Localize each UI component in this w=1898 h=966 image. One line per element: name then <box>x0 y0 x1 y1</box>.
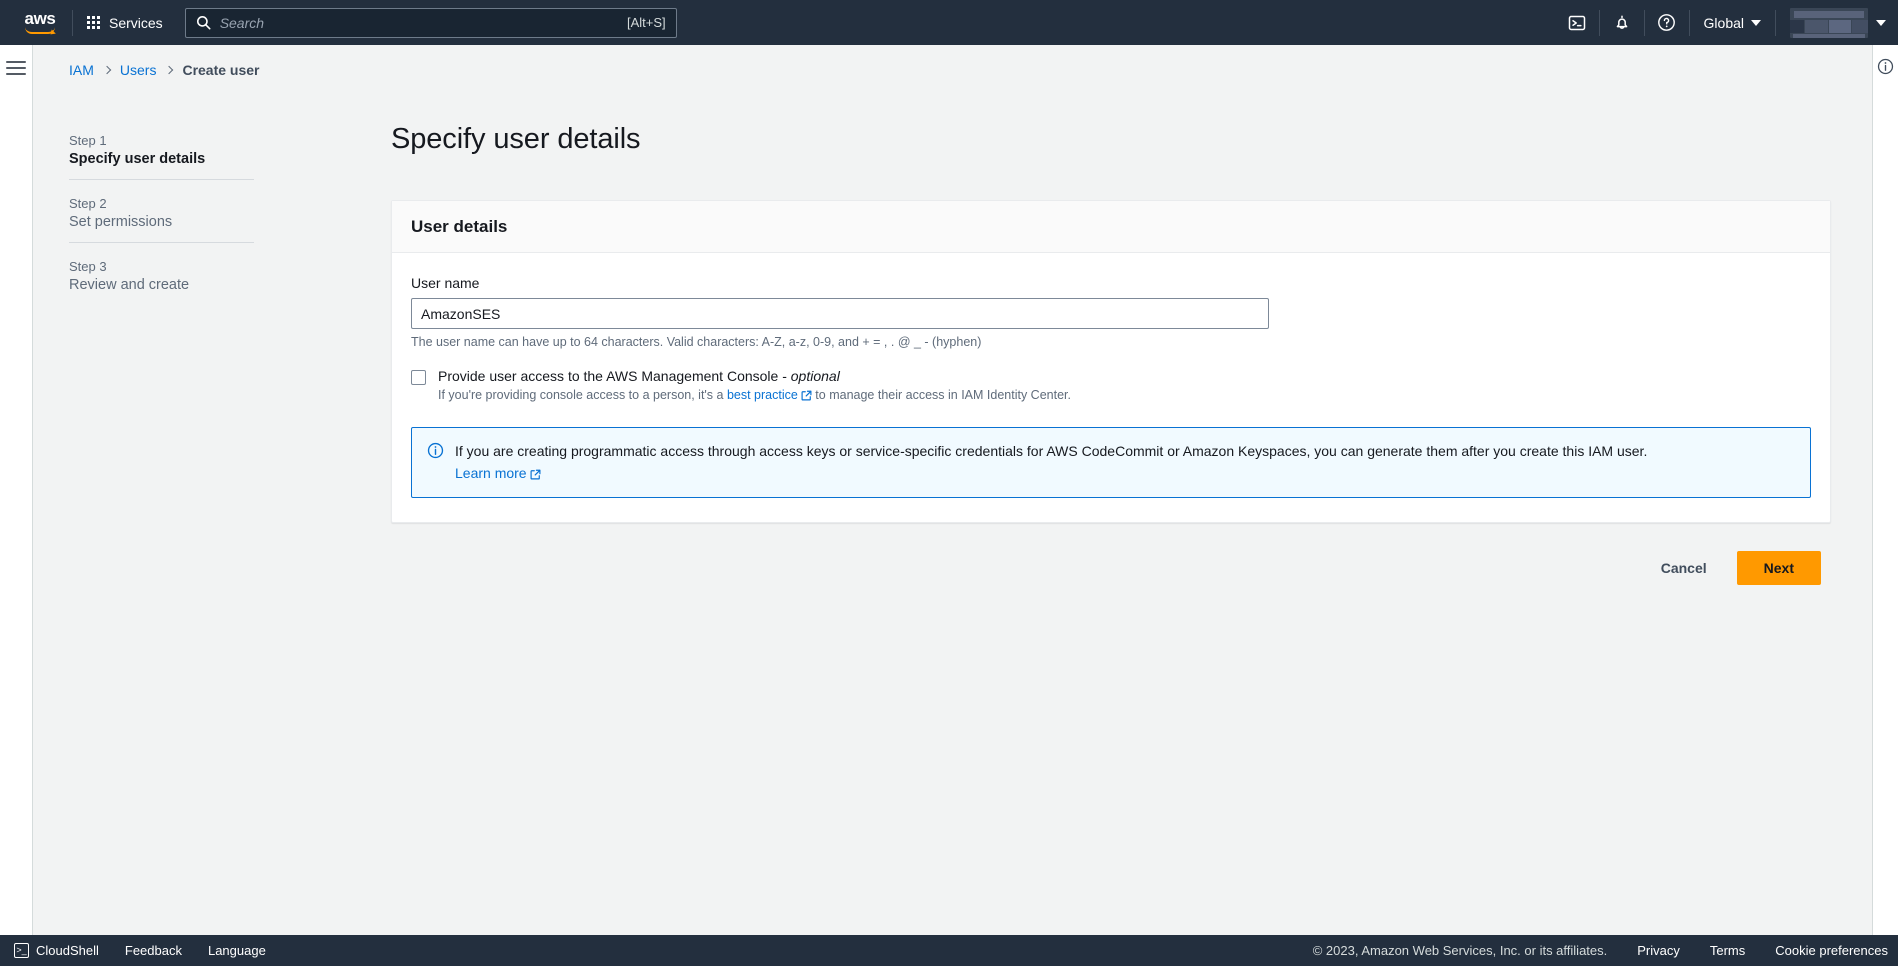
username-hint: The user name can have up to 64 characte… <box>411 335 982 349</box>
search-icon <box>196 15 211 30</box>
footer-cookie-preferences-link[interactable]: Cookie preferences <box>1775 943 1888 958</box>
footer-left-group: >_ CloudShell Feedback Language <box>0 943 266 958</box>
console-access-sub-prefix: If you're providing console access to a … <box>438 388 727 402</box>
wizard-step-1-number: Step 1 <box>69 133 107 148</box>
wizard-divider <box>69 242 254 243</box>
chevron-right-icon <box>102 65 112 75</box>
breadcrumb-item-users[interactable]: Users <box>120 62 157 78</box>
footer-language-link[interactable]: Language <box>208 943 266 958</box>
aws-wordmark: aws <box>24 9 56 28</box>
search-placeholder: Search <box>219 14 265 31</box>
learn-more-link[interactable]: Learn more <box>455 465 527 481</box>
right-help-rail <box>1872 45 1898 935</box>
wizard-step-2-number: Step 2 <box>69 196 107 211</box>
region-selector[interactable]: Global <box>1690 0 1775 45</box>
info-circle-icon <box>1877 58 1894 75</box>
question-circle-icon <box>1658 14 1675 31</box>
external-link-icon <box>801 390 812 404</box>
cloudshell-button[interactable] <box>1555 0 1599 45</box>
aws-smile-icon <box>25 27 55 34</box>
breadcrumb-item-iam[interactable]: IAM <box>69 62 94 78</box>
console-access-row: Provide user access to the AWS Managemen… <box>411 368 1811 404</box>
footer-feedback-link[interactable]: Feedback <box>125 943 182 958</box>
footer-copyright: © 2023, Amazon Web Services, Inc. or its… <box>1312 943 1608 958</box>
search-shortcut-hint: [Alt+S] <box>627 15 666 30</box>
alert-content: If you are creating programmatic access … <box>455 441 1647 483</box>
grid-icon <box>87 16 100 29</box>
footer-cloudshell-label: CloudShell <box>36 943 99 958</box>
services-menu-button[interactable]: Services <box>77 9 173 37</box>
page-title: Specify user details <box>391 123 641 155</box>
user-details-card: User details User name The user name can… <box>391 200 1831 524</box>
help-button[interactable] <box>1645 0 1689 45</box>
wizard-step-2[interactable]: Step 2 Set permissions <box>69 193 254 242</box>
programmatic-access-info-alert: If you are creating programmatic access … <box>411 427 1811 499</box>
console-access-sub-suffix: to manage their access in IAM Identity C… <box>811 388 1071 402</box>
footer-cloudshell-button[interactable]: >_ CloudShell <box>14 943 99 958</box>
breadcrumb: IAM Users Create user <box>33 45 1872 78</box>
chevron-down-icon <box>1751 19 1761 26</box>
global-search-input[interactable]: Search [Alt+S] <box>184 7 677 38</box>
best-practice-link[interactable]: best practice <box>727 388 798 402</box>
top-nav-right-group: Global <box>1555 0 1898 45</box>
next-button[interactable]: Next <box>1736 551 1821 586</box>
username-input[interactable] <box>411 298 1269 329</box>
wizard-step-1-label: Specify user details <box>69 151 206 167</box>
wizard-step-3-number: Step 3 <box>69 259 107 274</box>
console-access-text: Provide user access to the AWS Managemen… <box>438 368 1071 404</box>
footer-right-group: © 2023, Amazon Web Services, Inc. or its… <box>1313 943 1898 958</box>
wizard-steps: Step 1 Specify user details Step 2 Set p… <box>69 130 254 305</box>
cancel-button[interactable]: Cancel <box>1651 554 1717 582</box>
wizard-actions: Cancel Next <box>391 551 1831 586</box>
wizard-step-2-label: Set permissions <box>69 214 173 230</box>
cloudshell-icon <box>1568 15 1585 30</box>
console-access-label-main: Provide user access to the AWS Managemen… <box>438 368 791 384</box>
console-access-optional: optional <box>790 368 840 384</box>
account-name-redacted <box>1790 7 1868 38</box>
wizard-step-3[interactable]: Step 3 Review and create <box>69 256 254 305</box>
aws-logo[interactable]: aws <box>12 9 68 34</box>
external-link-icon <box>530 467 541 483</box>
page-content: IAM Users Create user Step 1 Specify use… <box>33 45 1872 935</box>
alert-link-row: Learn more <box>455 465 1647 483</box>
info-circle-icon <box>427 442 444 483</box>
footer-privacy-link[interactable]: Privacy <box>1637 943 1680 958</box>
left-nav-rail <box>0 45 33 935</box>
bell-icon <box>1616 14 1627 29</box>
top-navigation-bar: aws Services Search [Alt+S] Global <box>0 0 1898 45</box>
main-column: Specify user details User details User n… <box>391 123 1831 586</box>
info-panel-toggle[interactable] <box>1877 58 1894 935</box>
user-details-card-header: User details <box>392 201 1830 253</box>
notifications-button[interactable] <box>1600 0 1644 45</box>
chevron-right-icon <box>165 65 174 75</box>
wizard-step-1[interactable]: Step 1 Specify user details <box>69 130 254 179</box>
region-label: Global <box>1703 14 1744 31</box>
services-label: Services <box>109 14 163 31</box>
breadcrumb-item-create-user: Create user <box>182 62 260 78</box>
console-access-subtext: If you're providing console access to a … <box>438 388 1071 404</box>
wizard-step-3-label: Review and create <box>69 277 190 293</box>
console-access-label: Provide user access to the AWS Managemen… <box>438 368 1071 384</box>
nav-divider <box>72 9 73 36</box>
footer-bar: >_ CloudShell Feedback Language © 2023, … <box>0 935 1898 966</box>
user-details-card-body: User name The user name can have up to 6… <box>392 253 1830 522</box>
cloudshell-icon: >_ <box>14 943 29 958</box>
wizard-divider <box>69 179 254 180</box>
username-label: User name <box>411 275 480 291</box>
console-access-checkbox[interactable] <box>411 370 426 385</box>
footer-terms-link[interactable]: Terms <box>1710 943 1745 958</box>
user-details-heading: User details <box>411 217 508 236</box>
menu-toggle-button[interactable] <box>6 61 26 75</box>
alert-message: If you are creating programmatic access … <box>455 443 1648 459</box>
account-menu-button[interactable] <box>1776 0 1898 45</box>
chevron-down-icon <box>1876 19 1886 26</box>
